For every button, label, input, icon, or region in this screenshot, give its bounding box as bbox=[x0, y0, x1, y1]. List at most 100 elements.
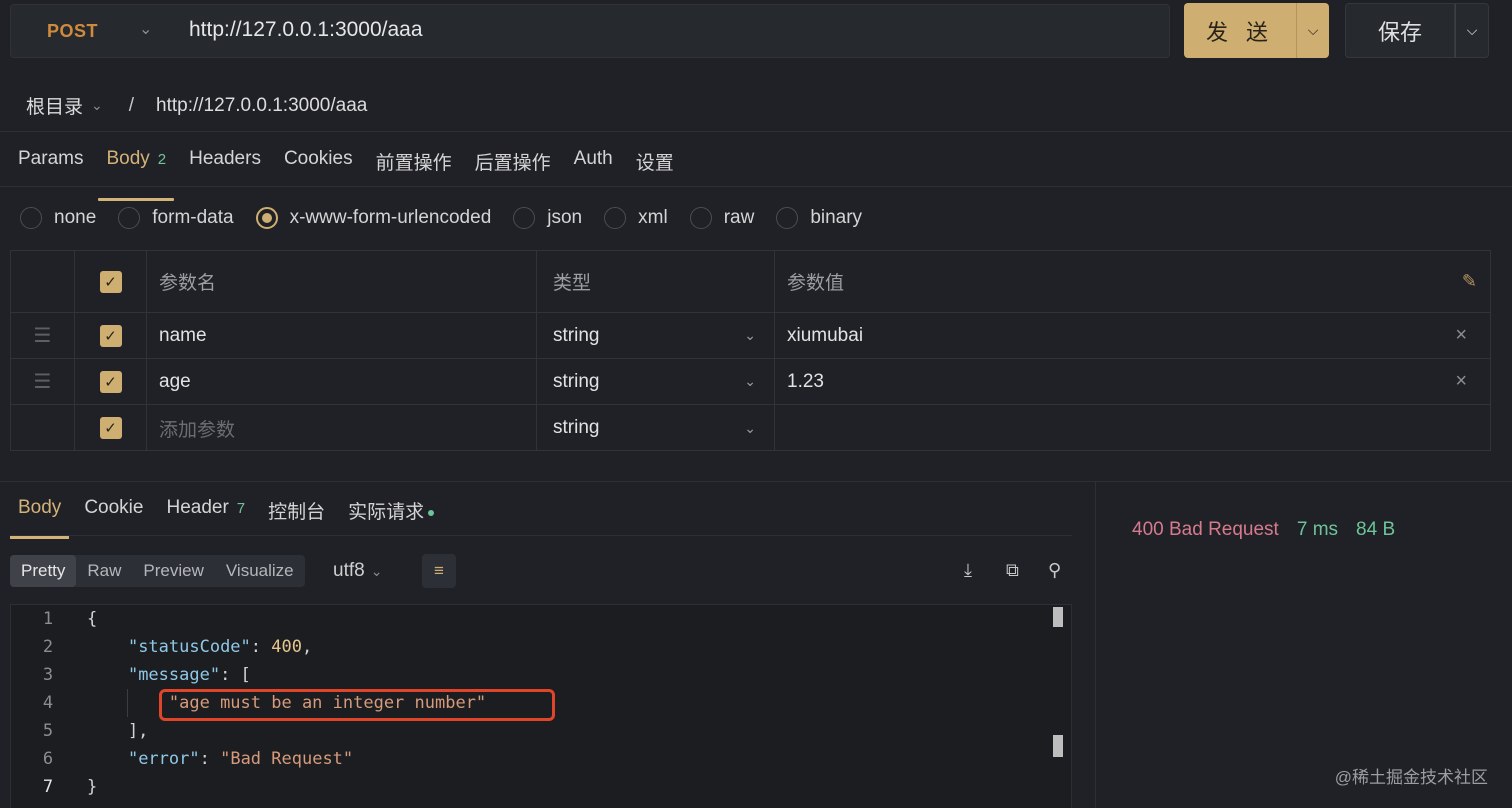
code-line: "message": [ bbox=[127, 665, 251, 685]
radio-x-www-form-urlencoded[interactable]: x-www-form-urlencoded bbox=[255, 207, 491, 229]
tab-headers[interactable]: Headers bbox=[189, 148, 261, 187]
param-value-text: xiumubai bbox=[787, 324, 864, 346]
json-key: "message" bbox=[127, 665, 221, 685]
drag-handle-icon[interactable]: ☰ bbox=[11, 359, 75, 404]
radio-circle[interactable] bbox=[513, 207, 536, 229]
drag-handle-icon[interactable]: ☰ bbox=[11, 313, 75, 358]
search-icon[interactable]: ⚲ bbox=[1048, 560, 1061, 581]
scrollbar-thumb[interactable] bbox=[1053, 607, 1063, 627]
tab-auth[interactable]: Auth bbox=[574, 148, 613, 187]
view-mode-pretty[interactable]: Pretty bbox=[10, 555, 77, 587]
radio-form-data[interactable]: form-data bbox=[118, 207, 234, 229]
resp-tab-cookie[interactable]: Cookie bbox=[84, 497, 143, 524]
radio-circle[interactable] bbox=[118, 207, 141, 229]
close-icon[interactable]: × bbox=[1455, 324, 1467, 347]
resp-tab-actual-request[interactable]: 实际请求 bbox=[348, 497, 435, 524]
param-type-value: string bbox=[553, 417, 600, 438]
row-checkbox[interactable]: ✓ bbox=[75, 313, 147, 358]
send-dropdown-button[interactable]: ⌵ bbox=[1296, 3, 1329, 58]
check-icon: ✓ bbox=[99, 324, 122, 347]
word-wrap-button[interactable]: ≡ bbox=[422, 554, 456, 588]
row-checkbox[interactable]: ✓ bbox=[75, 405, 147, 451]
url-input[interactable] bbox=[189, 18, 1149, 42]
chevron-down-icon: ⌄ bbox=[370, 563, 383, 579]
resp-tab-header[interactable]: Header 7 bbox=[166, 497, 245, 524]
radio-circle[interactable] bbox=[255, 207, 278, 229]
status-code: 400 Bad Request bbox=[1132, 519, 1279, 540]
row-checkbox[interactable]: ✓ bbox=[75, 359, 147, 404]
drag-column-header bbox=[11, 251, 75, 312]
watermark: @稀土掘金技术社区 bbox=[1334, 768, 1488, 787]
chevron-down-icon[interactable]: ⌄ bbox=[91, 97, 103, 114]
radio-binary[interactable]: binary bbox=[776, 207, 862, 229]
json-string: "Bad Request" bbox=[220, 749, 354, 769]
params-table: ✓ 参数名 类型 参数值 ✎ ☰ ✓ name string ⌄ xiumubai ×… bbox=[10, 250, 1491, 451]
panel-divider[interactable] bbox=[1095, 482, 1096, 808]
radio-circle[interactable] bbox=[20, 207, 42, 229]
code-line: "error": "Bad Request" bbox=[127, 749, 354, 769]
bulk-edit-icon[interactable]: ✎ bbox=[1462, 271, 1477, 292]
resp-tab-body[interactable]: Body bbox=[9, 497, 70, 539]
radio-xml[interactable]: xml bbox=[604, 207, 668, 229]
tab-settings[interactable]: 设置 bbox=[636, 148, 674, 187]
method-select[interactable]: POST bbox=[47, 21, 98, 42]
response-status: 400 Bad Request 7 ms 84 B bbox=[1132, 519, 1395, 541]
tab-body[interactable]: Body 2 bbox=[98, 148, 174, 201]
encoding-select[interactable]: utf8 ⌄ bbox=[333, 560, 382, 582]
param-type-select[interactable]: string ⌄ bbox=[537, 405, 775, 451]
send-button[interactable]: 发 送 bbox=[1184, 3, 1296, 58]
tab-post-request[interactable]: 后置操作 bbox=[475, 148, 551, 187]
add-param-field[interactable]: 添加参数 bbox=[147, 405, 537, 451]
table-header-row: ✓ 参数名 类型 参数值 ✎ bbox=[11, 251, 1490, 313]
json-number: 400 bbox=[271, 637, 302, 657]
drag-column-empty bbox=[11, 405, 75, 451]
chevron-down-icon[interactable]: ⌄ bbox=[139, 19, 152, 39]
view-mode-visualize[interactable]: Visualize bbox=[215, 555, 305, 587]
param-value-field[interactable]: 1.23 × bbox=[775, 359, 1491, 404]
chevron-down-icon: ⌵ bbox=[1466, 22, 1478, 38]
breadcrumb-separator: / bbox=[128, 94, 135, 116]
download-icon[interactable]: ⤓ bbox=[964, 560, 972, 581]
radio-none[interactable]: none bbox=[20, 207, 96, 229]
param-name-field[interactable]: name bbox=[147, 313, 537, 358]
radio-circle[interactable] bbox=[776, 207, 799, 229]
radio-json[interactable]: json bbox=[513, 207, 582, 229]
param-name-field[interactable]: age bbox=[147, 359, 537, 404]
radio-label: none bbox=[54, 207, 97, 228]
close-icon[interactable]: × bbox=[1455, 370, 1467, 393]
radio-raw[interactable]: raw bbox=[689, 207, 755, 229]
tab-cookies[interactable]: Cookies bbox=[284, 148, 353, 187]
status-dot-icon bbox=[428, 509, 435, 516]
param-value-field[interactable] bbox=[775, 405, 1491, 451]
code-line: ], bbox=[87, 721, 149, 741]
view-mode-raw[interactable]: Raw bbox=[76, 555, 132, 587]
breadcrumb-root[interactable]: 根目录 bbox=[26, 92, 83, 119]
breadcrumb: 根目录 ⌄ / http://127.0.0.1:3000/aaa bbox=[26, 92, 367, 119]
radio-circle[interactable] bbox=[689, 207, 712, 229]
select-all-checkbox[interactable]: ✓ bbox=[75, 251, 147, 312]
breadcrumb-path: http://127.0.0.1:3000/aaa bbox=[156, 94, 368, 116]
view-mode-preview[interactable]: Preview bbox=[132, 555, 214, 587]
body-type-radios: none form-data x-www-form-urlencoded jso… bbox=[20, 207, 884, 229]
resp-tab-console[interactable]: 控制台 bbox=[268, 497, 325, 524]
save-dropdown-button[interactable]: ⌵ bbox=[1455, 3, 1489, 58]
param-type-select[interactable]: string ⌄ bbox=[537, 313, 775, 358]
tab-body-badge: 2 bbox=[157, 151, 167, 168]
indent-guide bbox=[127, 689, 128, 717]
scrollbar-thumb[interactable] bbox=[1053, 735, 1063, 757]
tab-pre-request[interactable]: 前置操作 bbox=[376, 148, 452, 187]
radio-circle[interactable] bbox=[604, 207, 627, 229]
response-code-editor[interactable]: 1 2 3 4 5 6 7 { "statusCode": 400, "mess… bbox=[10, 604, 1072, 808]
radio-label: form-data bbox=[152, 207, 234, 228]
tab-params[interactable]: Params bbox=[18, 148, 83, 187]
copy-icon[interactable]: ⧉ bbox=[1006, 560, 1019, 581]
radio-label: raw bbox=[723, 207, 755, 228]
param-value-field[interactable]: xiumubai × bbox=[775, 313, 1491, 358]
json-key: "statusCode" bbox=[127, 637, 251, 657]
view-mode-switch: Pretty Raw Preview Visualize bbox=[10, 555, 305, 587]
save-button[interactable]: 保存 bbox=[1345, 3, 1455, 58]
line-number: 1 bbox=[42, 609, 54, 629]
code-line: "statusCode": 400, bbox=[127, 637, 313, 657]
param-type-select[interactable]: string ⌄ bbox=[537, 359, 775, 404]
resp-tab-header-label: Header bbox=[166, 497, 229, 518]
